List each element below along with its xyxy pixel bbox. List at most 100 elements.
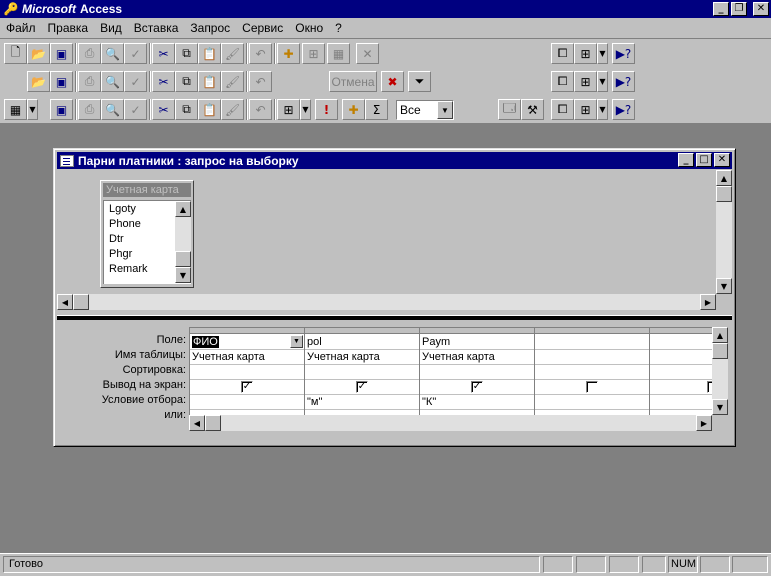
- spelling-icon[interactable]: ✓: [124, 99, 147, 120]
- filter-icon[interactable]: ⏷: [408, 71, 431, 92]
- column-selector[interactable]: [535, 328, 649, 334]
- save-icon[interactable]: ▣: [50, 99, 73, 120]
- scroll-down-icon[interactable]: ▼: [712, 399, 728, 415]
- scroll-left-icon[interactable]: ◀: [189, 415, 205, 431]
- format-painter-icon[interactable]: 🖌: [221, 43, 244, 64]
- grid-cell-criteria[interactable]: [650, 395, 713, 410]
- print-icon[interactable]: ⎙: [78, 99, 101, 120]
- open-icon[interactable]: 📂: [27, 71, 50, 92]
- copy-icon[interactable]: ⧉: [175, 71, 198, 92]
- chevron-down-icon[interactable]: ▼: [437, 101, 453, 119]
- preview-icon[interactable]: 🔍: [101, 99, 124, 120]
- analyze-icon[interactable]: ▦: [327, 43, 350, 64]
- grid-cell-sort[interactable]: [190, 365, 304, 380]
- menu-help[interactable]: ?: [335, 21, 348, 35]
- field-list-title[interactable]: Учетная карта: [103, 183, 191, 197]
- scroll-thumb[interactable]: [73, 294, 89, 310]
- menu-edit[interactable]: Правка: [48, 21, 95, 35]
- scroll-thumb[interactable]: [712, 343, 728, 359]
- paste-icon[interactable]: 📋: [198, 43, 221, 64]
- open-icon[interactable]: 📂: [27, 43, 50, 64]
- scroll-up-icon[interactable]: ▲: [712, 327, 728, 343]
- grid-cell-table[interactable]: [535, 350, 649, 365]
- undo-icon[interactable]: ↶: [249, 43, 272, 64]
- relationships-icon[interactable]: ⊞: [302, 43, 325, 64]
- new-object-dropdown-icon[interactable]: ⊞: [574, 99, 597, 120]
- properties-icon[interactable]: 🗔: [498, 99, 521, 120]
- column-selector[interactable]: [420, 328, 534, 334]
- grid-cell-table[interactable]: Учетная карта: [305, 350, 419, 365]
- menu-tools[interactable]: Сервис: [242, 21, 289, 35]
- column-selector[interactable]: [305, 328, 419, 334]
- scroll-down-icon[interactable]: ▼: [716, 278, 732, 294]
- grid-cell-table[interactable]: [650, 350, 713, 365]
- help-icon[interactable]: ▶?: [612, 99, 635, 120]
- delete-x-icon[interactable]: ✖: [381, 71, 404, 92]
- database-window-icon[interactable]: ⧠: [551, 99, 574, 120]
- menu-insert[interactable]: Вставка: [134, 21, 185, 35]
- undo-icon[interactable]: ↶: [249, 71, 272, 92]
- show-checkbox[interactable]: ✓: [241, 381, 253, 393]
- new-icon[interactable]: 🗋: [4, 43, 27, 64]
- spelling-icon[interactable]: ✓: [124, 43, 147, 64]
- field-list-item[interactable]: Phgr: [109, 248, 132, 260]
- field-list-item[interactable]: Dtr: [109, 233, 124, 245]
- chevron-down-icon[interactable]: ▼: [597, 99, 608, 120]
- grid-cell-field[interactable]: Paym: [420, 335, 534, 350]
- help-icon[interactable]: ▶?: [612, 71, 635, 92]
- restore-button[interactable]: ❐: [731, 2, 747, 16]
- totals-icon[interactable]: Σ: [365, 99, 388, 120]
- menu-query[interactable]: Запрос: [190, 21, 236, 35]
- field-list-item[interactable]: Phone: [109, 218, 141, 230]
- print-icon[interactable]: ⎙: [78, 43, 101, 64]
- cut-icon[interactable]: ✂: [152, 71, 175, 92]
- scroll-right-icon[interactable]: ▶: [700, 294, 716, 310]
- table-pane-hscroll[interactable]: ◀ ▶: [57, 294, 716, 310]
- menu-view[interactable]: Вид: [100, 21, 128, 35]
- minimize-button[interactable]: _: [678, 153, 694, 167]
- scroll-right-icon[interactable]: ▶: [696, 415, 712, 431]
- build-icon[interactable]: ⚒: [521, 99, 544, 120]
- query-type-icon[interactable]: ⊞: [277, 99, 300, 120]
- grid-cell-sort[interactable]: [535, 365, 649, 380]
- field-list-item[interactable]: Lgoty: [109, 203, 136, 215]
- save-icon[interactable]: ▣: [50, 71, 73, 92]
- field-list-window[interactable]: Учетная карта Lgoty Phone Dtr Phgr Remar…: [100, 180, 194, 288]
- cancel-button[interactable]: Отмена: [329, 71, 377, 92]
- run-icon[interactable]: !: [315, 99, 338, 120]
- copy-icon[interactable]: ⧉: [175, 43, 198, 64]
- column-selector[interactable]: [650, 328, 713, 334]
- print-icon[interactable]: ⎙: [78, 71, 101, 92]
- field-list-item[interactable]: Remark: [109, 263, 148, 275]
- grid-cell-sort[interactable]: [305, 365, 419, 380]
- delete-icon[interactable]: ✕: [356, 43, 379, 64]
- query-window-titlebar[interactable]: Парни платники : запрос на выборку _ □ ✕: [57, 152, 732, 169]
- table-pane-vscroll[interactable]: ▲ ▼: [716, 170, 732, 294]
- grid-cell-show[interactable]: ✓: [190, 380, 304, 395]
- grid-cell-show[interactable]: [650, 380, 713, 395]
- grid-cell-criteria[interactable]: [535, 395, 649, 410]
- save-icon[interactable]: ▣: [50, 43, 73, 64]
- scroll-up-icon[interactable]: ▲: [175, 201, 191, 217]
- copy-icon[interactable]: ⧉: [175, 99, 198, 120]
- scroll-thumb[interactable]: [175, 251, 191, 267]
- new-object-icon[interactable]: ✚: [277, 43, 300, 64]
- database-window-icon[interactable]: ⧠: [551, 71, 574, 92]
- grid-cell-table[interactable]: Учетная карта: [190, 350, 304, 365]
- database-window-icon[interactable]: ⧠: [551, 43, 574, 64]
- grid-cell-show[interactable]: ✓: [305, 380, 419, 395]
- paste-icon[interactable]: 📋: [198, 99, 221, 120]
- help-icon[interactable]: ▶?: [612, 43, 635, 64]
- grid-cell-sort[interactable]: [420, 365, 534, 380]
- chevron-down-icon[interactable]: ▼: [300, 99, 311, 120]
- chevron-down-icon[interactable]: ▼: [597, 71, 608, 92]
- cut-icon[interactable]: ✂: [152, 43, 175, 64]
- grid-cell-show[interactable]: [535, 380, 649, 395]
- menu-window[interactable]: Окно: [295, 21, 329, 35]
- chevron-down-icon[interactable]: ▼: [290, 335, 303, 348]
- grid-cell-table[interactable]: Учетная карта: [420, 350, 534, 365]
- scroll-up-icon[interactable]: ▲: [716, 170, 732, 186]
- maximize-button[interactable]: □: [696, 153, 712, 167]
- menu-file[interactable]: Файл: [6, 21, 42, 35]
- show-checkbox[interactable]: ✓: [471, 381, 483, 393]
